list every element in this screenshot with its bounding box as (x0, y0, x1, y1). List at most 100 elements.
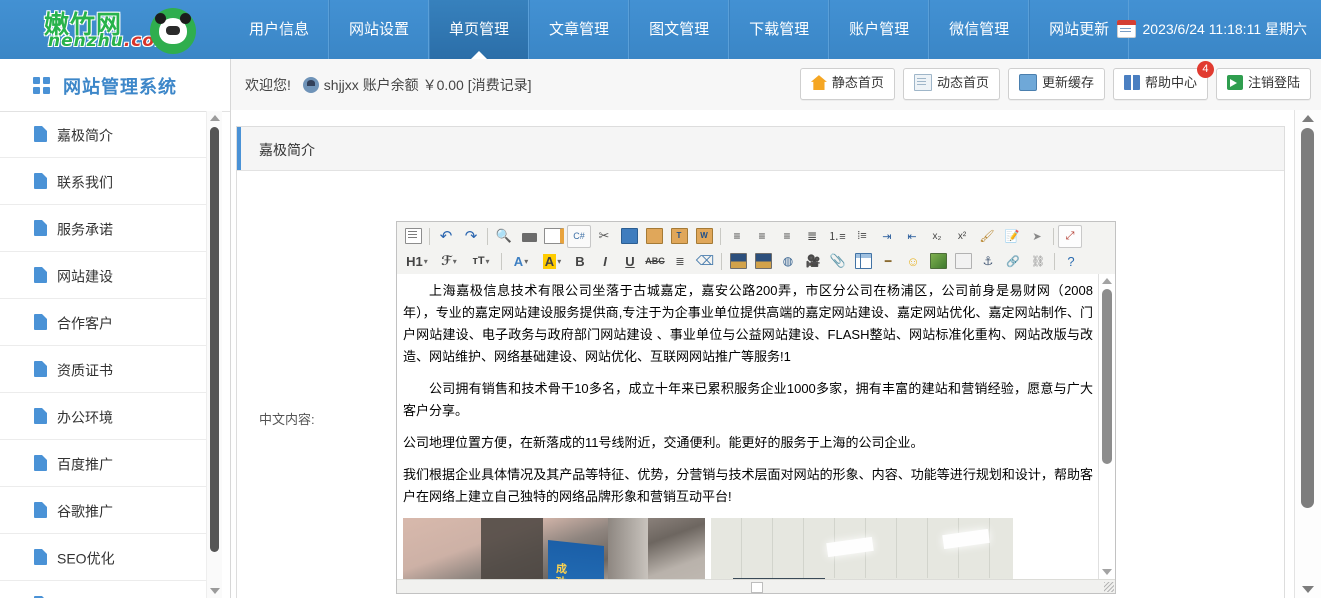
scroll-down-arrow-icon[interactable] (1102, 569, 1112, 575)
tab-single-page-management[interactable]: 单页管理 (429, 0, 530, 59)
tab-wechat-management[interactable]: 微信管理 (929, 0, 1030, 59)
rich-text-editor[interactable]: ↶ ↷ 🔍 C# ✂ T W ≡ ≡ ≡ ≣ ⒈≡ ⁞≡ ⇥ ⇤ x₂ x² 🖌… (396, 221, 1116, 594)
dynamic-homepage-button[interactable]: 动态首页 (902, 68, 1000, 100)
help-center-button[interactable]: 帮助中心 4 (1112, 61, 1214, 100)
scrollbar-thumb[interactable] (1301, 128, 1314, 508)
heading-dropdown[interactable]: H1 ▾ (401, 250, 433, 273)
editor-content-area[interactable]: 上海嘉极信息技术有限公司坐落于古城嘉定，嘉安公路200弄，市区分公司在杨浦区，公… (397, 274, 1115, 579)
horizontal-rule-icon[interactable]: ━ (876, 250, 900, 273)
remove-format-icon[interactable]: 🖌 (975, 225, 999, 248)
sidebar-item-service-promise[interactable]: 服务承诺 (0, 205, 212, 252)
font-family-dropdown[interactable]: ℱ ▾ (434, 250, 464, 273)
anchor-icon[interactable]: ⚓ (976, 250, 1000, 273)
print-icon[interactable] (517, 225, 541, 248)
unlink-icon[interactable]: ⛓ (1026, 250, 1050, 273)
static-homepage-button[interactable]: 静态首页 (799, 68, 895, 100)
consumption-record-link[interactable]: [消费记录] (468, 77, 532, 93)
sidebar-scrollbar[interactable] (206, 111, 222, 598)
template-icon[interactable] (542, 225, 566, 248)
insert-image-icon[interactable] (726, 250, 750, 273)
font-size-dropdown[interactable]: ᴛT ▾ (465, 250, 497, 273)
paste-word-icon[interactable]: W (692, 225, 716, 248)
editor-resize-grip[interactable] (751, 582, 763, 593)
help-icon[interactable]: ? (1059, 250, 1083, 273)
logout-button[interactable]: 注销登陆 (1215, 68, 1311, 100)
editor-text[interactable]: 上海嘉极信息技术有限公司坐落于古城嘉定，嘉安公路200弄，市区分公司在杨浦区，公… (403, 280, 1093, 579)
sidebar-item-google-promotion[interactable]: 谷歌推广 (0, 487, 212, 534)
line-height-icon[interactable]: ≣ (668, 250, 692, 273)
insert-table-icon[interactable] (851, 250, 875, 273)
sidebar-item-office-environment[interactable]: 办公环境 (0, 393, 212, 440)
sidebar-item-website-construction[interactable]: 网站建设 (0, 252, 212, 299)
batch-image-icon[interactable] (751, 250, 775, 273)
ordered-list-icon[interactable]: ⒈≡ (825, 225, 849, 248)
undo-icon[interactable]: ↶ (434, 225, 458, 248)
attachment-icon[interactable]: 📎 (826, 250, 850, 273)
tab-image-text-management[interactable]: 图文管理 (629, 0, 730, 59)
site-logo[interactable]: 嫩竹网 nenzhu.com (0, 0, 230, 59)
tab-site-update[interactable]: 网站更新 (1029, 0, 1130, 59)
superscript-icon[interactable]: x² (950, 225, 974, 248)
copy-icon[interactable] (617, 225, 641, 248)
sidebar-item-seo[interactable]: SEO优化 (0, 534, 212, 581)
welcome-text: 欢迎您! shjjxx 账户余额 ￥0.00 [消费记录] (245, 75, 532, 95)
welcome-username: shjjxx (323, 77, 359, 93)
redo-icon[interactable]: ↷ (459, 225, 483, 248)
cut-icon[interactable]: ✂ (592, 225, 616, 248)
editor-scrollbar[interactable] (1098, 274, 1115, 579)
scroll-up-arrow-icon[interactable] (1102, 278, 1112, 284)
sidebar-item-certificates[interactable]: 资质证书 (0, 346, 212, 393)
tab-download-management[interactable]: 下载管理 (729, 0, 830, 59)
align-right-icon[interactable]: ≡ (775, 225, 799, 248)
tab-site-settings[interactable]: 网站设置 (329, 0, 430, 59)
scrollbar-thumb[interactable] (1102, 289, 1112, 464)
scroll-up-arrow-icon[interactable] (1302, 115, 1314, 122)
source-icon[interactable] (401, 225, 425, 248)
tab-account-management[interactable]: 账户管理 (829, 0, 930, 59)
editor-resize-handle-icon[interactable] (1104, 582, 1114, 592)
scroll-down-arrow-icon[interactable] (1302, 586, 1314, 593)
tab-user-info[interactable]: 用户信息 (230, 0, 330, 59)
align-center-icon[interactable]: ≡ (750, 225, 774, 248)
unordered-list-icon[interactable]: ⁞≡ (850, 225, 874, 248)
save-icon[interactable] (951, 250, 975, 273)
edit-note-icon[interactable]: 📝 (1000, 225, 1024, 248)
emoticon-icon[interactable]: ☺ (901, 250, 925, 273)
page-scrollbar[interactable] (1294, 110, 1321, 598)
select-cursor-icon[interactable]: ➤ (1025, 225, 1049, 248)
sidebar-item-mobile-contact[interactable]: 手机联系我们 (0, 581, 212, 598)
text-color-dropdown[interactable]: A ▾ (506, 250, 536, 273)
link-icon[interactable]: 🔗 (1001, 250, 1025, 273)
scroll-down-arrow-icon[interactable] (210, 588, 220, 594)
bold-icon[interactable]: B (568, 250, 592, 273)
maximize-icon[interactable]: ⤢ (1058, 224, 1082, 248)
page-break-icon[interactable] (926, 250, 950, 273)
insert-media-icon[interactable]: ◍ (776, 250, 800, 273)
office-photo-interior[interactable] (711, 518, 1013, 579)
sidebar-item-baidu-promotion[interactable]: 百度推广 (0, 440, 212, 487)
background-color-dropdown[interactable]: A ▾ (537, 250, 567, 273)
code-icon[interactable]: C# (567, 224, 591, 248)
align-justify-icon[interactable]: ≣ (800, 225, 824, 248)
refresh-cache-button[interactable]: 更新缓存 (1007, 68, 1105, 100)
static-homepage-label: 静态首页 (831, 75, 884, 90)
sidebar-item-partners[interactable]: 合作客户 (0, 299, 212, 346)
sidebar-item-contact[interactable]: 联系我们 (0, 158, 212, 205)
tab-article-management[interactable]: 文章管理 (529, 0, 630, 59)
paste-text-icon[interactable]: T (667, 225, 691, 248)
sidebar-item-intro[interactable]: 嘉极简介 (0, 111, 212, 158)
paste-icon[interactable] (642, 225, 666, 248)
insert-video-icon[interactable]: 🎥 (801, 250, 825, 273)
underline-icon[interactable]: U (618, 250, 642, 273)
preview-icon[interactable]: 🔍 (492, 225, 516, 248)
outdent-icon[interactable]: ⇤ (900, 225, 924, 248)
eraser-icon[interactable]: ⌫ (693, 250, 717, 273)
strikethrough-icon[interactable]: ABC (643, 250, 667, 273)
scroll-up-arrow-icon[interactable] (210, 115, 220, 121)
subscript-icon[interactable]: x₂ (925, 225, 949, 248)
indent-icon[interactable]: ⇥ (875, 225, 899, 248)
align-left-icon[interactable]: ≡ (725, 225, 749, 248)
italic-icon[interactable]: I (593, 250, 617, 273)
office-photo-entrance[interactable] (403, 518, 705, 579)
scrollbar-thumb[interactable] (210, 127, 219, 552)
